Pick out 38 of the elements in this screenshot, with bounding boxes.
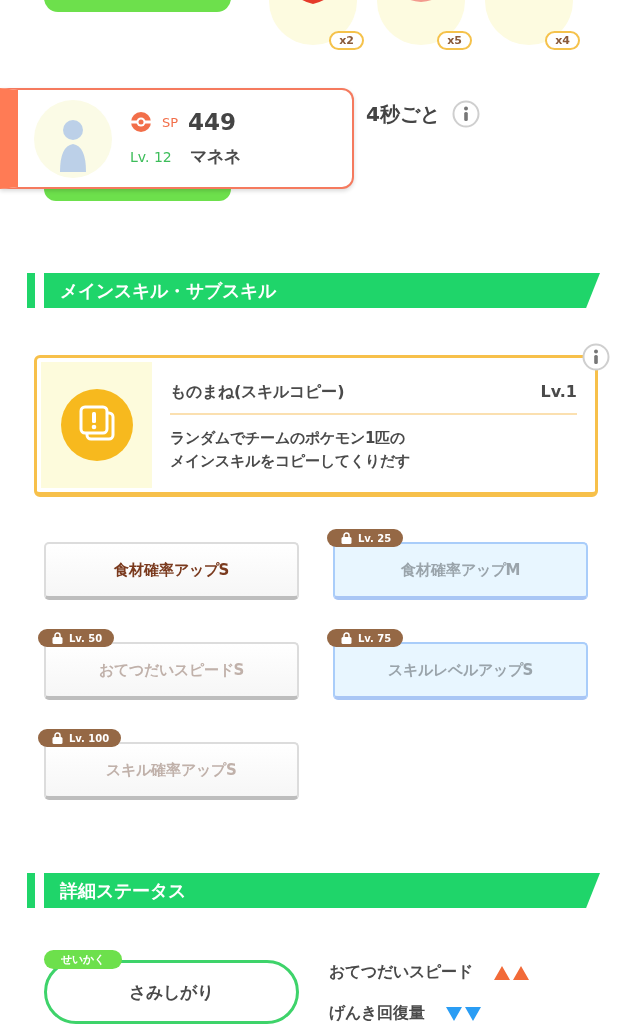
sub-skill-button[interactable]: 食材確率アップM xyxy=(333,542,588,600)
lock-icon xyxy=(52,632,63,644)
pill-button[interactable] xyxy=(44,189,231,201)
effect-name: げんき回復量 xyxy=(329,1003,425,1024)
count-badge: x5 xyxy=(437,31,472,50)
skill-level: Lv.1 xyxy=(540,382,577,403)
lock-level: Lv. 25 xyxy=(358,532,392,544)
skill-name: ものまね(スキルコピー) xyxy=(170,382,345,403)
nature-label: せいかく xyxy=(44,950,122,969)
sub-skill-button[interactable]: 食材確率アップS xyxy=(44,542,299,600)
down-arrows-icon xyxy=(445,1004,482,1023)
section-header: メインスキル・サブスキル xyxy=(44,273,600,308)
pokemon-card[interactable]: SP 449 Lv. 12 マネネ xyxy=(0,88,354,189)
sub-skill-button[interactable]: スキル確率アップS xyxy=(44,742,299,800)
lock-icon xyxy=(341,532,352,544)
effect-name: おてつだいスピード xyxy=(329,962,473,983)
skill-icon xyxy=(60,389,133,461)
sp-label: SP xyxy=(162,114,179,130)
skill-description: ランダムでチームのポケモン1匹の xyxy=(170,428,406,449)
lock-icon xyxy=(52,732,63,744)
sub-skill-button[interactable]: おてつだいスピードS xyxy=(44,642,299,700)
count-badge: x4 xyxy=(545,31,580,50)
lock-level: Lv. 50 xyxy=(69,632,103,644)
sp-value: 449 xyxy=(188,109,237,135)
skill-description: メインスキルをコピーしてくりだす xyxy=(170,451,410,472)
lock-level: Lv. 75 xyxy=(358,632,392,644)
ball-icon xyxy=(130,111,152,133)
lock-icon xyxy=(341,632,352,644)
count-badge: x2 xyxy=(329,31,364,50)
lock-level: Lv. 100 xyxy=(69,732,110,744)
info-icon xyxy=(451,100,480,128)
level-label: Lv. 12 xyxy=(130,148,173,165)
help-interval: 4秒ごと xyxy=(366,100,440,128)
header-stripe xyxy=(27,873,35,908)
pokemon-name: マネネ xyxy=(190,145,241,168)
header-stripe xyxy=(27,273,35,308)
section-header: 詳細ステータス xyxy=(44,873,600,908)
sub-skill-button[interactable]: スキルレベルアップS xyxy=(333,642,588,700)
